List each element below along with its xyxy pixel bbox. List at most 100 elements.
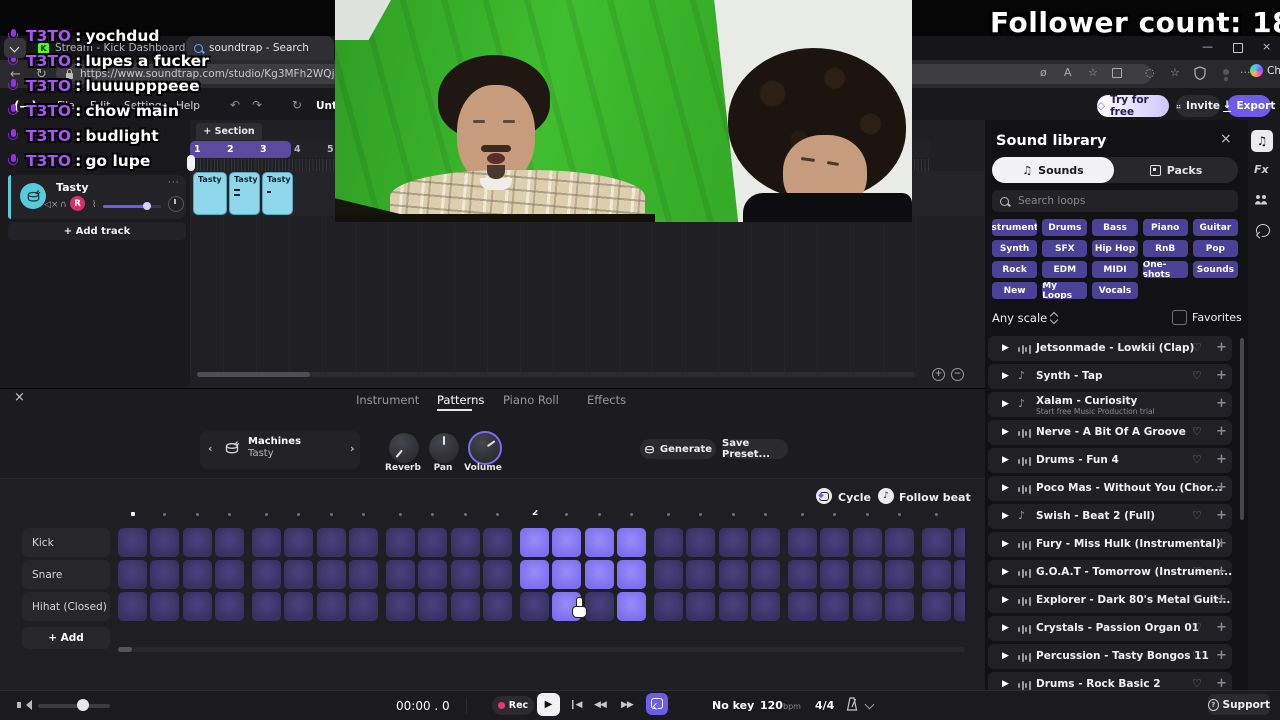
zoom-out-icon[interactable]: −: [951, 368, 964, 381]
heart-icon[interactable]: ♡: [1192, 369, 1202, 382]
heart-icon[interactable]: ♡: [1192, 565, 1202, 578]
heart-icon[interactable]: ♡: [1192, 621, 1202, 634]
zoom-in-icon[interactable]: +: [932, 368, 945, 381]
fast-forward-icon[interactable]: ▶▶: [621, 700, 634, 710]
chip-vocals[interactable]: Vocals: [1092, 282, 1138, 299]
heart-icon[interactable]: ♡: [1192, 593, 1202, 606]
add-loop-icon[interactable]: +: [1216, 340, 1227, 355]
search-input[interactable]: [1016, 194, 1220, 208]
step-cell[interactable]: [751, 592, 781, 621]
step-cell[interactable]: [284, 560, 314, 589]
sound-library-close-icon[interactable]: ×: [1220, 131, 1232, 147]
step-cell[interactable]: [820, 560, 850, 589]
list-item[interactable]: ▶ Fury - Miss Hulk (Instrumental) ♡ +: [988, 532, 1232, 557]
loop-search[interactable]: [992, 190, 1238, 212]
play-icon[interactable]: ▶: [1002, 679, 1009, 689]
step-cell[interactable]: [150, 592, 180, 621]
play-icon[interactable]: ▶: [1002, 399, 1009, 409]
step-cell[interactable]: [654, 528, 683, 557]
add-loop-icon[interactable]: +: [1216, 508, 1227, 523]
toolbar-collab-icon[interactable]: [1254, 194, 1268, 205]
step-cell[interactable]: [150, 528, 180, 557]
step-cell[interactable]: [852, 528, 882, 557]
add-loop-icon[interactable]: +: [1216, 564, 1227, 579]
step-cell[interactable]: [751, 560, 781, 589]
try-for-free-button[interactable]: ◇ Try for free: [1097, 94, 1169, 118]
heart-icon[interactable]: ♡: [1192, 453, 1202, 466]
add-loop-icon[interactable]: +: [1216, 480, 1227, 495]
loop-button[interactable]: [646, 693, 668, 715]
step-cell[interactable]: [450, 528, 480, 557]
step-cell[interactable]: [885, 560, 915, 589]
chip-rnb[interactable]: RnB: [1142, 240, 1188, 257]
favorite-star-icon[interactable]: ☆: [1088, 66, 1098, 79]
step-cell[interactable]: [788, 528, 817, 557]
add-loop-icon[interactable]: +: [1216, 368, 1227, 383]
invite-button[interactable]: Invite: [1176, 95, 1220, 117]
list-item[interactable]: ▶ G.O.A.T - Tomorrow (Instrumen... ♡ +: [988, 560, 1232, 585]
step-cell[interactable]: [483, 592, 513, 621]
step-cell[interactable]: [150, 560, 180, 589]
step-cell[interactable]: [617, 560, 647, 589]
tab-sounds[interactable]: ♫ Sounds: [992, 157, 1114, 183]
step-cell[interactable]: [751, 528, 781, 557]
list-item[interactable]: ▶ Explorer - Dark 80's Metal Guit... ♡ +: [988, 588, 1232, 613]
step-cell[interactable]: [215, 560, 245, 589]
favorites-bar-icon[interactable]: ☆: [1170, 66, 1180, 79]
heart-icon[interactable]: ♡: [1192, 649, 1202, 662]
step-cell[interactable]: [316, 528, 346, 557]
tab-piano-roll[interactable]: Piano Roll: [503, 393, 559, 407]
editor-close-icon[interactable]: ×: [14, 390, 25, 405]
automation-icon[interactable]: ⌇: [92, 200, 96, 210]
step-cell[interactable]: [520, 528, 549, 557]
shield-icon[interactable]: [1194, 66, 1206, 80]
key-display[interactable]: No key: [712, 699, 754, 712]
step-cell[interactable]: [954, 592, 965, 621]
loop-list-scrollbar[interactable]: [1240, 338, 1244, 520]
extensions-icon[interactable]: ◌: [1145, 66, 1155, 79]
play-icon[interactable]: ▶: [1002, 455, 1009, 465]
heart-icon[interactable]: ♡: [1192, 677, 1202, 690]
master-volume-knob[interactable]: [77, 699, 89, 711]
pattern-row-label[interactable]: Snare: [22, 560, 110, 589]
chip-edm[interactable]: EDM: [1042, 261, 1088, 278]
step-cell[interactable]: [483, 560, 513, 589]
play-icon[interactable]: ▶: [1002, 567, 1009, 577]
scale-filter[interactable]: Any scale: [992, 311, 1047, 325]
master-volume-icon[interactable]: [17, 700, 32, 710]
step-cell[interactable]: [118, 592, 147, 621]
chip-new[interactable]: New: [992, 282, 1038, 299]
tab-packs[interactable]: Packs: [1114, 157, 1238, 183]
step-cell[interactable]: [386, 592, 415, 621]
step-cell[interactable]: [520, 592, 549, 621]
chip-synth[interactable]: Synth: [992, 240, 1038, 257]
tab-effects[interactable]: Effects: [587, 393, 626, 407]
window-close-icon[interactable]: ×: [1262, 40, 1271, 53]
heart-icon[interactable]: ♡: [1192, 425, 1202, 438]
step-cell[interactable]: [215, 528, 245, 557]
chip-sounds[interactable]: Sounds: [1192, 261, 1238, 278]
step-cell[interactable]: [686, 528, 716, 557]
step-cell[interactable]: [349, 592, 379, 621]
chip-midi[interactable]: MIDI: [1092, 261, 1138, 278]
step-cell[interactable]: [922, 528, 951, 557]
chip-my-loops[interactable]: My Loops: [1042, 282, 1088, 299]
list-item[interactable]: ▶ ♪ Synth - Tap ♡ +: [988, 364, 1232, 389]
step-cell[interactable]: [182, 528, 212, 557]
window-restore-icon[interactable]: [1233, 43, 1243, 53]
list-item[interactable]: ▶ Nerve - A Bit Of A Groove ♡ +: [988, 420, 1232, 445]
split-screen-icon[interactable]: [1112, 68, 1122, 78]
favorites-checkbox[interactable]: [1172, 310, 1187, 325]
step-cell[interactable]: [182, 560, 212, 589]
master-volume-slider[interactable]: [38, 704, 110, 708]
rewind-icon[interactable]: ◀◀: [594, 700, 607, 710]
step-cell[interactable]: [954, 528, 965, 557]
step-cell[interactable]: [118, 528, 147, 557]
step-cell[interactable]: [584, 592, 614, 621]
play-icon[interactable]: ▶: [1002, 343, 1009, 353]
solo-headphones-icon[interactable]: ∩: [60, 200, 67, 210]
step-cell[interactable]: [584, 560, 614, 589]
step-cell[interactable]: [252, 592, 281, 621]
step-cell[interactable]: [718, 560, 748, 589]
step-cell[interactable]: [418, 592, 448, 621]
